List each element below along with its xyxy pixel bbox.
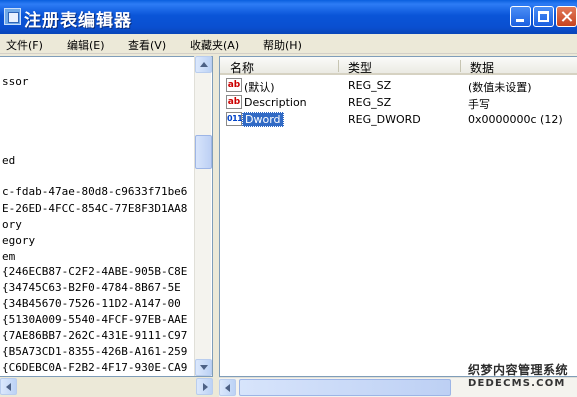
chevron-right-icon bbox=[203, 383, 208, 391]
watermark-url: DEDECMS.COM bbox=[468, 378, 566, 389]
chevron-left-icon bbox=[6, 383, 11, 391]
tree-item[interactable]: em bbox=[2, 250, 15, 263]
close-button[interactable] bbox=[556, 6, 577, 27]
tree-item[interactable]: {34B45670-7526-11D2-A147-00 bbox=[2, 297, 181, 310]
value-data: 手写 bbox=[468, 98, 490, 111]
table-row[interactable]: ab Description REG_SZ 手写 bbox=[220, 94, 577, 111]
minimize-icon bbox=[516, 19, 524, 22]
title-bar: 注册表编辑器 bbox=[0, 0, 577, 34]
scroll-up-button[interactable] bbox=[195, 56, 212, 73]
scroll-left-button[interactable] bbox=[0, 378, 17, 395]
value-name-selected: Dword bbox=[242, 112, 284, 127]
menu-file[interactable]: 文件(F) bbox=[6, 37, 43, 53]
registry-values-list[interactable]: 名称 类型 数据 ab (默认) REG_SZ (数值未设置) ab Descr… bbox=[219, 56, 577, 377]
string-value-icon: ab bbox=[226, 95, 242, 109]
menu-favorites[interactable]: 收藏夹(A) bbox=[190, 37, 239, 53]
value-type: REG_SZ bbox=[348, 96, 392, 109]
tree-horizontal-scrollbar[interactable] bbox=[0, 377, 213, 397]
column-header-data[interactable]: 数据 bbox=[470, 59, 494, 76]
binary-value-icon: 011 bbox=[226, 112, 243, 126]
menu-bar: 文件(F) 编辑(E) 查看(V) 收藏夹(A) 帮助(H) bbox=[0, 34, 577, 54]
tree-item[interactable]: {B5A73CD1-8355-426B-A161-259 bbox=[2, 345, 187, 358]
tree-item[interactable]: c-fdab-47ae-80d8-c9633f71be6 bbox=[2, 185, 187, 198]
maximize-icon bbox=[538, 11, 549, 22]
tree-item[interactable]: ed bbox=[2, 154, 15, 167]
column-header-name[interactable]: 名称 bbox=[230, 59, 254, 76]
tree-item[interactable]: ssor bbox=[2, 75, 29, 88]
registry-key-tree[interactable]: ssor ed c-fdab-47ae-80d8-c9633f71be6 E-2… bbox=[0, 56, 213, 377]
scroll-thumb[interactable] bbox=[195, 135, 212, 169]
chevron-down-icon bbox=[200, 365, 208, 370]
table-row[interactable]: 011 Dword REG_DWORD 0x0000000c (12) bbox=[220, 111, 577, 128]
tree-item[interactable]: E-26ED-4FCC-854C-77E8F3D1AA8 bbox=[2, 202, 187, 215]
value-name: Description bbox=[244, 96, 307, 109]
value-type: REG_DWORD bbox=[348, 113, 421, 126]
column-header-type[interactable]: 类型 bbox=[348, 59, 372, 76]
maximize-button[interactable] bbox=[533, 6, 554, 27]
chevron-left-icon bbox=[225, 384, 230, 392]
value-data: 0x0000000c (12) bbox=[468, 113, 563, 126]
tree-item[interactable]: {7AE86BB7-262C-431E-9111-C97 bbox=[2, 329, 187, 342]
menu-help[interactable]: 帮助(H) bbox=[263, 37, 302, 53]
minimize-button[interactable] bbox=[510, 6, 531, 27]
window-title: 注册表编辑器 bbox=[24, 11, 132, 31]
scroll-right-button[interactable] bbox=[196, 378, 213, 395]
list-header: 名称 类型 数据 bbox=[220, 57, 577, 75]
tree-item[interactable]: {C6DEBC0A-F2B2-4F17-930E-CA9 bbox=[2, 361, 187, 374]
tree-item[interactable]: {34745C63-B2F0-4784-8B67-5E bbox=[2, 281, 181, 294]
tree-vertical-scrollbar[interactable] bbox=[194, 56, 212, 376]
table-row[interactable]: ab (默认) REG_SZ (数值未设置) bbox=[220, 77, 577, 94]
registry-editor-icon bbox=[4, 8, 21, 25]
scroll-down-button[interactable] bbox=[195, 359, 212, 376]
tree-item[interactable]: {5130A009-5540-4FCF-97EB-AAE bbox=[2, 313, 187, 326]
tree-item[interactable]: ory bbox=[2, 218, 22, 231]
menu-view[interactable]: 查看(V) bbox=[128, 37, 166, 53]
tree-item[interactable]: egory bbox=[2, 234, 35, 247]
string-value-icon: ab bbox=[226, 78, 242, 92]
menu-edit[interactable]: 编辑(E) bbox=[67, 37, 105, 53]
watermark-text: 织梦内容管理系统 bbox=[468, 363, 569, 377]
chevron-up-icon bbox=[200, 62, 208, 67]
selected-value-name[interactable]: Dword bbox=[242, 112, 284, 127]
scroll-thumb[interactable] bbox=[239, 379, 451, 396]
column-divider[interactable] bbox=[338, 60, 339, 72]
column-divider[interactable] bbox=[460, 60, 461, 72]
value-type: REG_SZ bbox=[348, 79, 392, 92]
value-data: (数值未设置) bbox=[468, 81, 532, 94]
scroll-left-button[interactable] bbox=[219, 379, 236, 396]
tree-item[interactable]: {246ECB87-C2F2-4ABE-905B-C8E bbox=[2, 265, 187, 278]
value-name: (默认) bbox=[244, 81, 275, 94]
